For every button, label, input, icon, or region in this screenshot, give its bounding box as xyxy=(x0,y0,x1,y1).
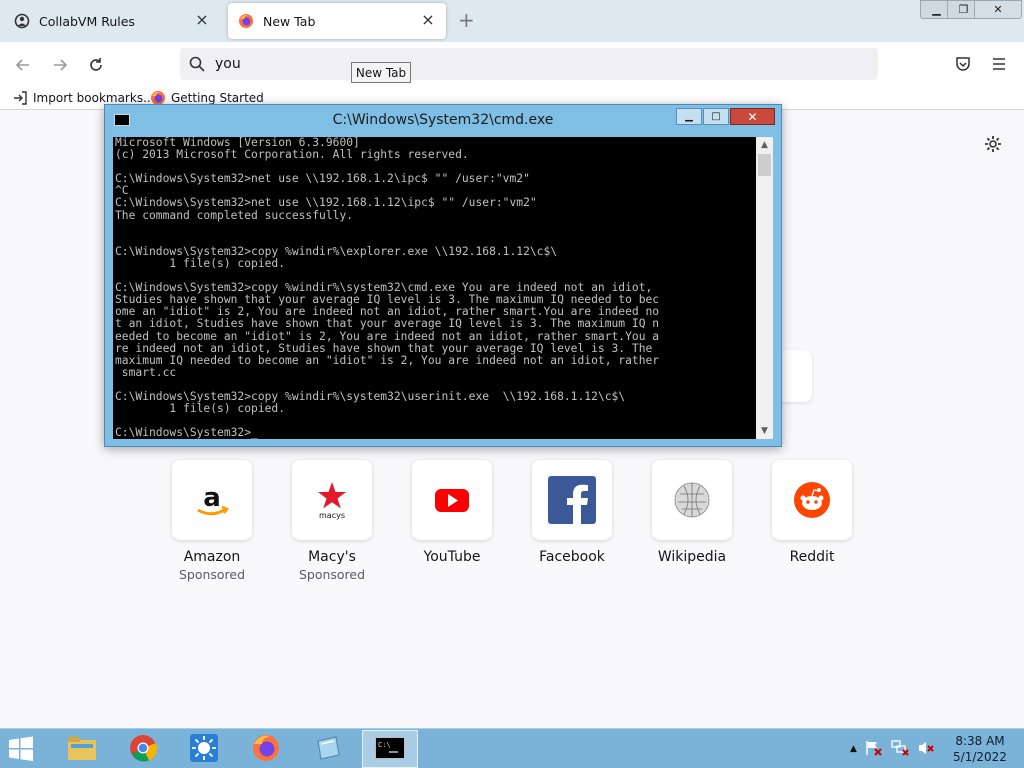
collabvm-icon xyxy=(14,13,30,29)
shortcut-amazon[interactable]: a Amazon Sponsored xyxy=(162,460,262,582)
shortcut-facebook[interactable]: Facebook xyxy=(522,460,622,565)
cmd-title-bar[interactable]: C:\Windows\System32\cmd.exe ▁ □ ✕ xyxy=(105,105,781,136)
taskbar-app[interactable] xyxy=(176,730,232,768)
taskbar-file-explorer[interactable] xyxy=(54,730,110,768)
cmd-icon: C:\ xyxy=(375,736,405,762)
shortcut-title: Macy's xyxy=(308,549,356,565)
facebook-logo xyxy=(532,460,612,540)
gear-icon[interactable] xyxy=(983,134,1003,154)
reddit-logo xyxy=(772,460,852,540)
taskbar-firefox[interactable] xyxy=(238,730,294,768)
cmd-maximize-button[interactable]: □ xyxy=(703,108,729,125)
shortcut-title: Reddit xyxy=(789,549,835,565)
tab-new-tab[interactable]: New Tab × xyxy=(228,3,446,39)
wikipedia-logo xyxy=(652,460,732,540)
shortcut-title: Amazon xyxy=(183,549,241,565)
url-input[interactable]: you xyxy=(215,56,241,72)
windows-start-button[interactable] xyxy=(6,735,40,763)
new-tab-plus-icon[interactable]: + xyxy=(458,10,475,30)
tab-title: New Tab xyxy=(263,13,316,29)
taskbar-chrome[interactable] xyxy=(115,730,171,768)
import-icon xyxy=(12,90,28,106)
taskbar: C:\ ▲ 8:38 AM 5/1/2022 xyxy=(0,728,1024,768)
shortcut-macys[interactable]: macys Macy's Sponsored xyxy=(282,460,382,582)
back-arrow-icon[interactable] xyxy=(10,52,36,78)
tab-collabvm-rules[interactable]: CollabVM Rules × xyxy=(4,3,220,39)
chrome-icon xyxy=(129,734,158,765)
cmd-minimize-button[interactable]: ▁ xyxy=(676,108,702,125)
macys-logo: macys xyxy=(292,460,372,540)
cmd-close-button[interactable]: ✕ xyxy=(730,108,775,125)
shortcut-title: Wikipedia xyxy=(657,549,727,565)
shortcut-title: YouTube xyxy=(423,549,481,565)
scroll-down-icon[interactable]: ▼ xyxy=(756,423,773,439)
pocket-icon[interactable] xyxy=(954,55,974,75)
firefox-icon xyxy=(251,733,281,766)
tab-strip: CollabVM Rules × New Tab × + ▁ ❐ ✕ xyxy=(0,0,1024,42)
shortcut-reddit[interactable]: Reddit xyxy=(762,460,862,565)
system-tray: ▲ xyxy=(850,739,935,759)
close-icon[interactable]: × xyxy=(420,12,436,28)
folder-icon xyxy=(66,734,98,765)
bookmark-label: Getting Started xyxy=(171,91,264,105)
url-bar[interactable]: you xyxy=(180,48,878,80)
firefox-icon xyxy=(238,13,254,29)
console-output: Microsoft Windows [Version 6.3.9600] (c)… xyxy=(115,137,660,439)
shortcut-wikipedia[interactable]: Wikipedia xyxy=(642,460,742,565)
scroll-up-icon[interactable]: ▲ xyxy=(756,137,773,153)
amazon-logo: a xyxy=(172,460,252,540)
close-icon[interactable]: × xyxy=(194,12,210,28)
scroll-thumb[interactable] xyxy=(758,154,771,176)
window-icon xyxy=(313,733,343,766)
clock[interactable]: 8:38 AM 5/1/2022 xyxy=(944,733,1016,765)
volume-muted-icon[interactable] xyxy=(917,740,935,759)
svg-text:a: a xyxy=(203,483,221,513)
taskbar-window-app[interactable] xyxy=(300,730,356,768)
tab-title: CollabVM Rules xyxy=(39,13,135,29)
svg-text:C:\: C:\ xyxy=(378,741,391,749)
search-icon xyxy=(188,55,206,73)
forward-arrow-icon[interactable] xyxy=(47,52,73,78)
macys-logo-text: macys xyxy=(319,511,345,520)
action-center-flag-icon[interactable] xyxy=(865,740,883,759)
reload-icon[interactable] xyxy=(83,52,109,78)
tooltip: New Tab xyxy=(351,62,411,83)
cmd-scrollbar[interactable]: ▲ ▼ xyxy=(756,137,773,439)
youtube-logo xyxy=(412,460,492,540)
taskbar-cmd[interactable]: C:\ xyxy=(362,730,418,768)
network-icon[interactable] xyxy=(891,739,909,759)
shortcut-title: Facebook xyxy=(539,549,605,565)
sponsored-label: Sponsored xyxy=(298,567,366,582)
console-area[interactable]: Microsoft Windows [Version 6.3.9600] (c)… xyxy=(113,137,756,439)
chevron-up-icon[interactable]: ▲ xyxy=(850,744,857,754)
navigation-toolbar: you xyxy=(0,42,1024,88)
shortcut-youtube[interactable]: YouTube xyxy=(402,460,502,565)
sun-icon xyxy=(189,733,219,766)
sponsored-label: Sponsored xyxy=(178,567,246,582)
hamburger-menu-icon[interactable] xyxy=(990,55,1010,75)
window-close-button[interactable]: ✕ xyxy=(974,0,1022,19)
clock-time: 8:38 AM xyxy=(955,734,1005,748)
cmd-window[interactable]: C:\Windows\System32\cmd.exe ▁ □ ✕ Micros… xyxy=(104,104,782,447)
bookmark-label: Import bookmarks... xyxy=(33,91,155,105)
clock-date: 5/1/2022 xyxy=(953,750,1007,764)
